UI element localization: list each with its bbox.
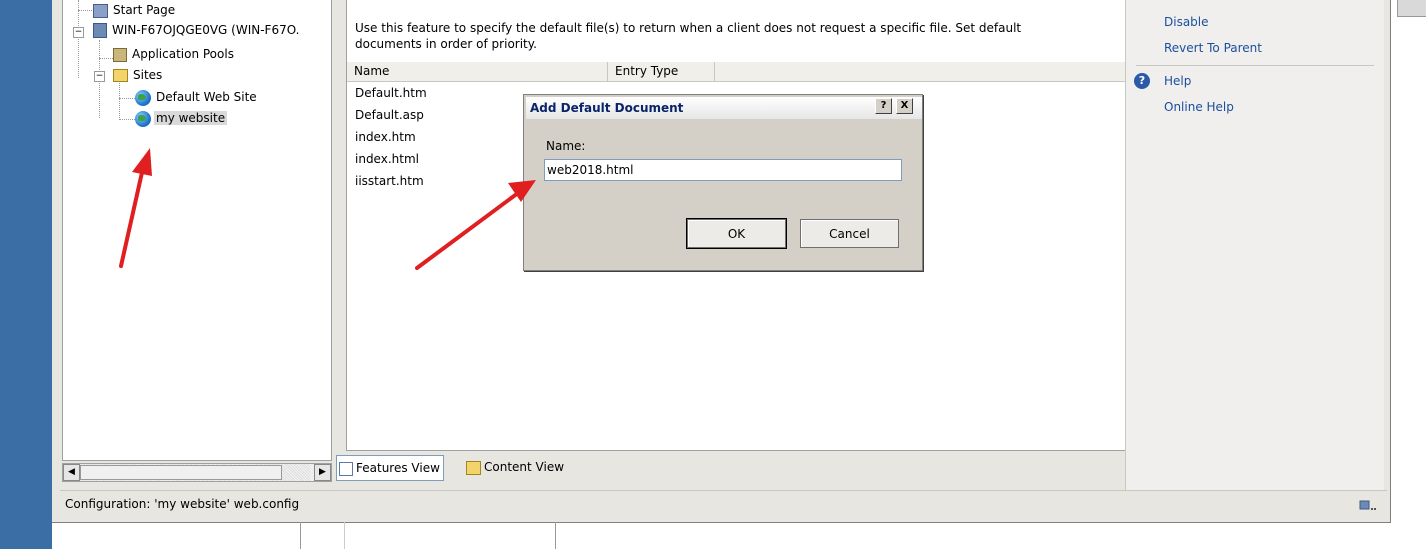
annotation-arrows [119,148,536,270]
arrow-to-name-input [415,180,536,270]
arrow-to-my-website [119,148,152,268]
